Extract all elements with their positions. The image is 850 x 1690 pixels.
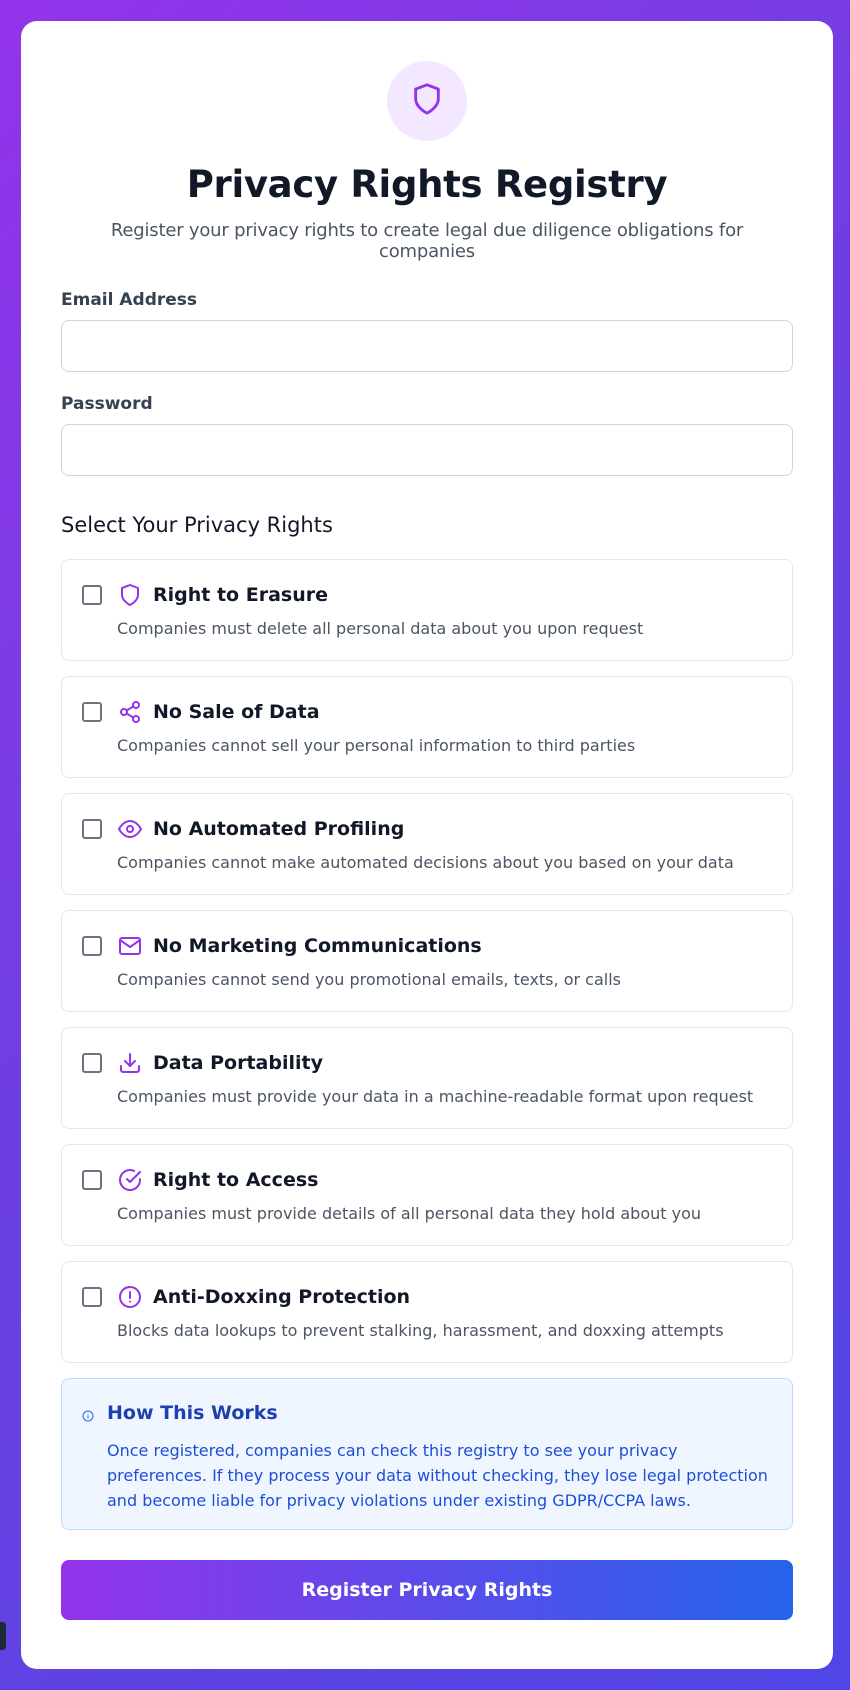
info-body: Once registered, companies can check thi…	[107, 1441, 768, 1510]
right-name: No Sale of Data	[153, 701, 320, 723]
right-name: Anti-Doxxing Protection	[153, 1286, 411, 1308]
register-button[interactable]: Register Privacy Rights	[61, 1560, 793, 1620]
right-option-no-profiling[interactable]: No Automated Profiling Companies cannot …	[61, 793, 793, 895]
download-icon	[117, 1050, 143, 1076]
right-description: Companies cannot make automated decision…	[117, 853, 734, 872]
right-description: Companies cannot send you promotional em…	[117, 970, 621, 989]
mail-icon	[117, 933, 143, 959]
right-name: No Marketing Communications	[153, 935, 482, 957]
share-icon	[117, 699, 143, 725]
right-description: Companies cannot sell your personal info…	[117, 736, 636, 755]
page-subtitle: Register your privacy rights to create l…	[110, 220, 744, 262]
right-checkbox[interactable]	[82, 585, 102, 605]
email-label: Email Address	[61, 290, 198, 310]
right-checkbox[interactable]	[82, 702, 102, 722]
info-title: How This Works	[107, 1402, 278, 1424]
right-option-portability[interactable]: Data Portability Companies must provide …	[61, 1027, 793, 1129]
right-description: Companies must provide your data in a ma…	[117, 1087, 754, 1106]
right-checkbox[interactable]	[82, 1053, 102, 1073]
alert-circle-icon	[117, 1284, 143, 1310]
right-description: Companies must delete all personal data …	[117, 619, 644, 638]
right-name: Data Portability	[153, 1052, 323, 1074]
right-name: Right to Erasure	[153, 584, 328, 606]
eye-icon	[117, 816, 143, 842]
right-checkbox[interactable]	[82, 1170, 102, 1190]
logo-badge	[387, 61, 467, 141]
password-label: Password	[61, 394, 153, 414]
right-name: No Automated Profiling	[153, 818, 405, 840]
email-field[interactable]	[61, 320, 793, 372]
right-option-access[interactable]: Right to Access Companies must provide d…	[61, 1144, 793, 1246]
right-name: Right to Access	[153, 1169, 319, 1191]
password-field[interactable]	[61, 424, 793, 476]
page-title: Privacy Rights Registry	[186, 163, 668, 206]
how-it-works-box: How This Works Once registered, companie…	[61, 1378, 793, 1530]
check-circle-icon	[117, 1167, 143, 1193]
right-checkbox[interactable]	[82, 936, 102, 956]
logo-wrap	[61, 61, 793, 141]
right-description: Blocks data lookups to prevent stalking,…	[117, 1321, 724, 1340]
shield-icon	[117, 582, 143, 608]
rights-list: Right to Erasure Companies must delete a…	[61, 559, 793, 1363]
shield-icon	[410, 82, 444, 120]
registration-card: Privacy Rights Registry Register your pr…	[21, 21, 833, 1669]
right-option-no-marketing[interactable]: No Marketing Communications Companies ca…	[61, 910, 793, 1012]
right-option-no-sale[interactable]: No Sale of Data Companies cannot sell yo…	[61, 676, 793, 778]
right-description: Companies must provide details of all pe…	[117, 1204, 702, 1223]
right-option-anti-doxxing[interactable]: Anti-Doxxing Protection Blocks data look…	[61, 1261, 793, 1363]
right-checkbox[interactable]	[82, 819, 102, 839]
rights-section-title: Select Your Privacy Rights	[61, 513, 333, 537]
right-option-erasure[interactable]: Right to Erasure Companies must delete a…	[61, 559, 793, 661]
info-icon	[82, 1407, 94, 1426]
side-tab	[0, 1622, 6, 1650]
right-checkbox[interactable]	[82, 1287, 102, 1307]
